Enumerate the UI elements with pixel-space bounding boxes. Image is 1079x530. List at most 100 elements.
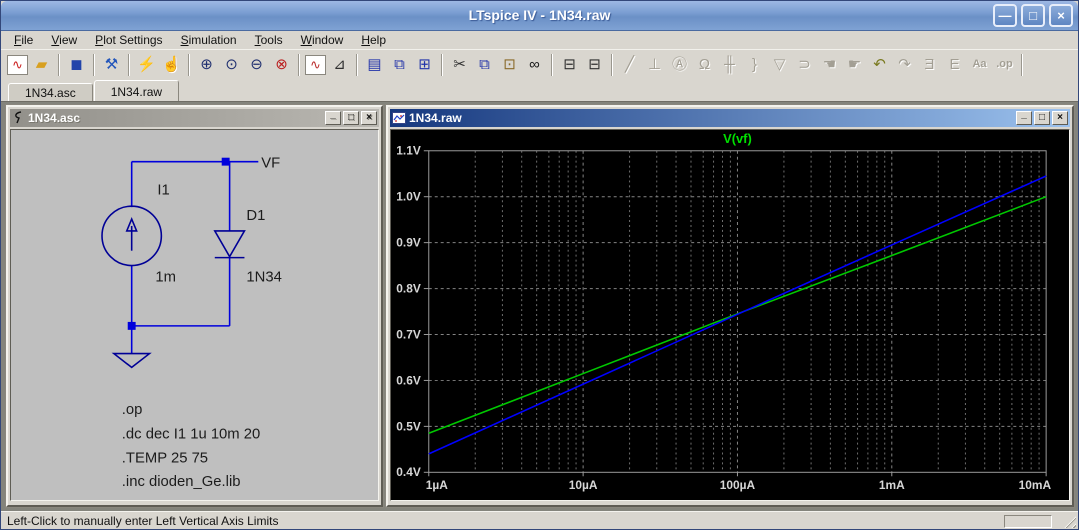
- child-maximize-button[interactable]: □: [343, 111, 359, 125]
- paste-button[interactable]: ⊡: [498, 53, 521, 76]
- new-schematic-icon: ∿: [12, 57, 23, 72]
- find-button[interactable]: ∞: [523, 53, 546, 76]
- move-button[interactable]: ☚: [818, 53, 841, 76]
- svg-text:10mA: 10mA: [1019, 478, 1052, 492]
- menu-view[interactable]: View: [42, 32, 86, 48]
- plot-legend[interactable]: V(vf): [723, 131, 752, 146]
- menubar: File View Plot Settings Simulation Tools Wind…: [1, 31, 1078, 49]
- place-text-button[interactable]: Aa: [968, 53, 991, 76]
- save-button[interactable]: ◼: [65, 53, 88, 76]
- child-minimize-button[interactable]: _: [325, 109, 341, 125]
- place-diode-button[interactable]: ▽: [768, 53, 791, 76]
- menu-file[interactable]: File: [5, 32, 42, 48]
- plot-settings-pane-button[interactable]: ⊿: [328, 53, 351, 76]
- tab-1n34-asc[interactable]: 1N34.asc: [8, 83, 93, 101]
- move-icon: ☚: [822, 56, 837, 73]
- schematic-window-title: 1N34.asc: [28, 111, 81, 125]
- svg-text:0.6V: 0.6V: [396, 373, 421, 387]
- redo-icon: ↷: [898, 56, 911, 73]
- zoom-back-button[interactable]: ⊙: [220, 53, 243, 76]
- tab-1n34-raw[interactable]: 1N34.raw: [93, 80, 180, 101]
- undo-button[interactable]: ↶: [868, 53, 891, 76]
- toolbar-separator: [58, 53, 60, 76]
- drag-button[interactable]: ☛: [843, 53, 866, 76]
- svg-text:0.9V: 0.9V: [396, 236, 421, 250]
- zoom-area-button[interactable]: ⊕: [195, 53, 218, 76]
- child-minimize-icon: _: [1021, 109, 1027, 120]
- cascade-windows-icon: ⧉: [394, 56, 405, 73]
- minimize-icon: —: [998, 8, 1012, 23]
- ltspice-main-window: LTspice IV - 1N34.raw — □ × File View Plot…: [0, 0, 1079, 530]
- menu-simulation[interactable]: Simulation: [172, 32, 246, 48]
- spice-directive-button[interactable]: .op: [993, 53, 1016, 76]
- menu-window[interactable]: Window: [292, 32, 353, 48]
- place-component-icon: ⊃: [798, 56, 811, 73]
- child-maximize-button[interactable]: □: [1034, 111, 1050, 125]
- schematic-canvas[interactable]: VF I1 1m D1 1N34 .op .dc dec I1 1u 10m 2…: [10, 129, 379, 501]
- child-minimize-button[interactable]: _: [1016, 109, 1032, 125]
- place-capacitor-icon: ╫: [724, 56, 735, 73]
- child-close-button[interactable]: ×: [1052, 111, 1068, 125]
- child-minimize-icon: _: [330, 109, 336, 120]
- menu-plot-settings[interactable]: Plot Settings: [86, 32, 171, 48]
- resize-grip-icon[interactable]: [1063, 515, 1076, 528]
- place-inductor-button[interactable]: }: [743, 53, 766, 76]
- halt-simulation-button[interactable]: ☝: [160, 53, 183, 76]
- zoom-out-button[interactable]: ⊖: [245, 53, 268, 76]
- cascade-windows-button[interactable]: ⧉: [388, 53, 411, 76]
- status-cell: [1004, 515, 1052, 528]
- place-ground-button[interactable]: ⊥: [643, 53, 666, 76]
- toolbar-separator: [188, 53, 190, 76]
- toolbar-separator: [356, 53, 358, 76]
- zoom-full-extents-button[interactable]: ⊗: [270, 53, 293, 76]
- close-button[interactable]: ×: [1049, 4, 1073, 27]
- svg-text:0.5V: 0.5V: [396, 419, 421, 433]
- svg-text:0.8V: 0.8V: [396, 282, 421, 296]
- plot-window-titlebar[interactable]: 1N34.raw _ □ ×: [390, 109, 1070, 127]
- new-schematic-button[interactable]: ∿: [7, 54, 28, 75]
- svg-text:10µA: 10µA: [569, 478, 598, 492]
- toolbar-separator: [551, 53, 553, 76]
- place-resistor-button[interactable]: Ω: [693, 53, 716, 76]
- autorange-y-axis-button[interactable]: ∿: [305, 54, 326, 75]
- run-simulation-button[interactable]: ⚡: [135, 53, 158, 76]
- place-capacitor-button[interactable]: ╫: [718, 53, 741, 76]
- zoom-full-extents-icon: ⊗: [275, 56, 288, 73]
- open-file-button[interactable]: ▰: [30, 53, 53, 76]
- cut-button[interactable]: ✂: [448, 53, 471, 76]
- print-icon: ⊟: [588, 56, 601, 73]
- schematic-window: 1N34.asc _ □ × VF I1 1m D1 1N34 .op .dc …: [6, 105, 383, 507]
- maximize-button[interactable]: □: [1021, 4, 1045, 27]
- schematic-file-icon: [15, 111, 22, 124]
- autorange-y-axis-icon: ∿: [310, 57, 321, 72]
- redo-button[interactable]: ↷: [893, 53, 916, 76]
- cut-icon: ✂: [453, 56, 466, 73]
- mirror-button[interactable]: Ǝ: [918, 53, 941, 76]
- print-button[interactable]: ⊟: [583, 53, 606, 76]
- source-ref-label: I1: [157, 182, 169, 198]
- rotate-button[interactable]: E: [943, 53, 966, 76]
- source-value-label: 1m: [155, 269, 176, 285]
- copy-button[interactable]: ⧉: [473, 53, 496, 76]
- minimize-button[interactable]: —: [993, 4, 1017, 27]
- tile-horizontal-button[interactable]: ▤: [363, 53, 386, 76]
- place-net-label-button[interactable]: Ⓐ: [668, 53, 691, 76]
- svg-text:100µA: 100µA: [720, 478, 756, 492]
- window-title: LTspice IV - 1N34.raw: [468, 7, 611, 23]
- menu-help[interactable]: Help: [352, 32, 395, 48]
- control-panel-button[interactable]: ⚒: [100, 53, 123, 76]
- plot-canvas[interactable]: 1.1V 1.0V 0.9V 0.8V 0.7V 0.6V 0.5V 0.4V 1µA 10µA 1…: [390, 129, 1070, 501]
- titlebar[interactable]: LTspice IV - 1N34.raw — □ ×: [1, 1, 1078, 31]
- menu-tools[interactable]: Tools: [246, 32, 292, 48]
- mdi-area: 1N34.asc _ □ × VF I1 1m D1 1N34 .op .dc …: [1, 101, 1078, 511]
- tile-vertical-button[interactable]: ⊞: [413, 53, 436, 76]
- print-preview-button[interactable]: ⊟: [558, 53, 581, 76]
- place-component-button[interactable]: ⊃: [793, 53, 816, 76]
- diode-ref-label: D1: [246, 208, 265, 224]
- schematic-window-titlebar[interactable]: 1N34.asc _ □ ×: [10, 109, 379, 127]
- spice-directive-text: .inc dioden_Ge.lib: [122, 474, 241, 490]
- child-close-button[interactable]: ×: [361, 111, 377, 125]
- draw-wire-button[interactable]: ╱: [618, 53, 641, 76]
- net-label: VF: [261, 156, 280, 172]
- status-text: Left-Click to manually enter Left Vertic…: [7, 514, 279, 528]
